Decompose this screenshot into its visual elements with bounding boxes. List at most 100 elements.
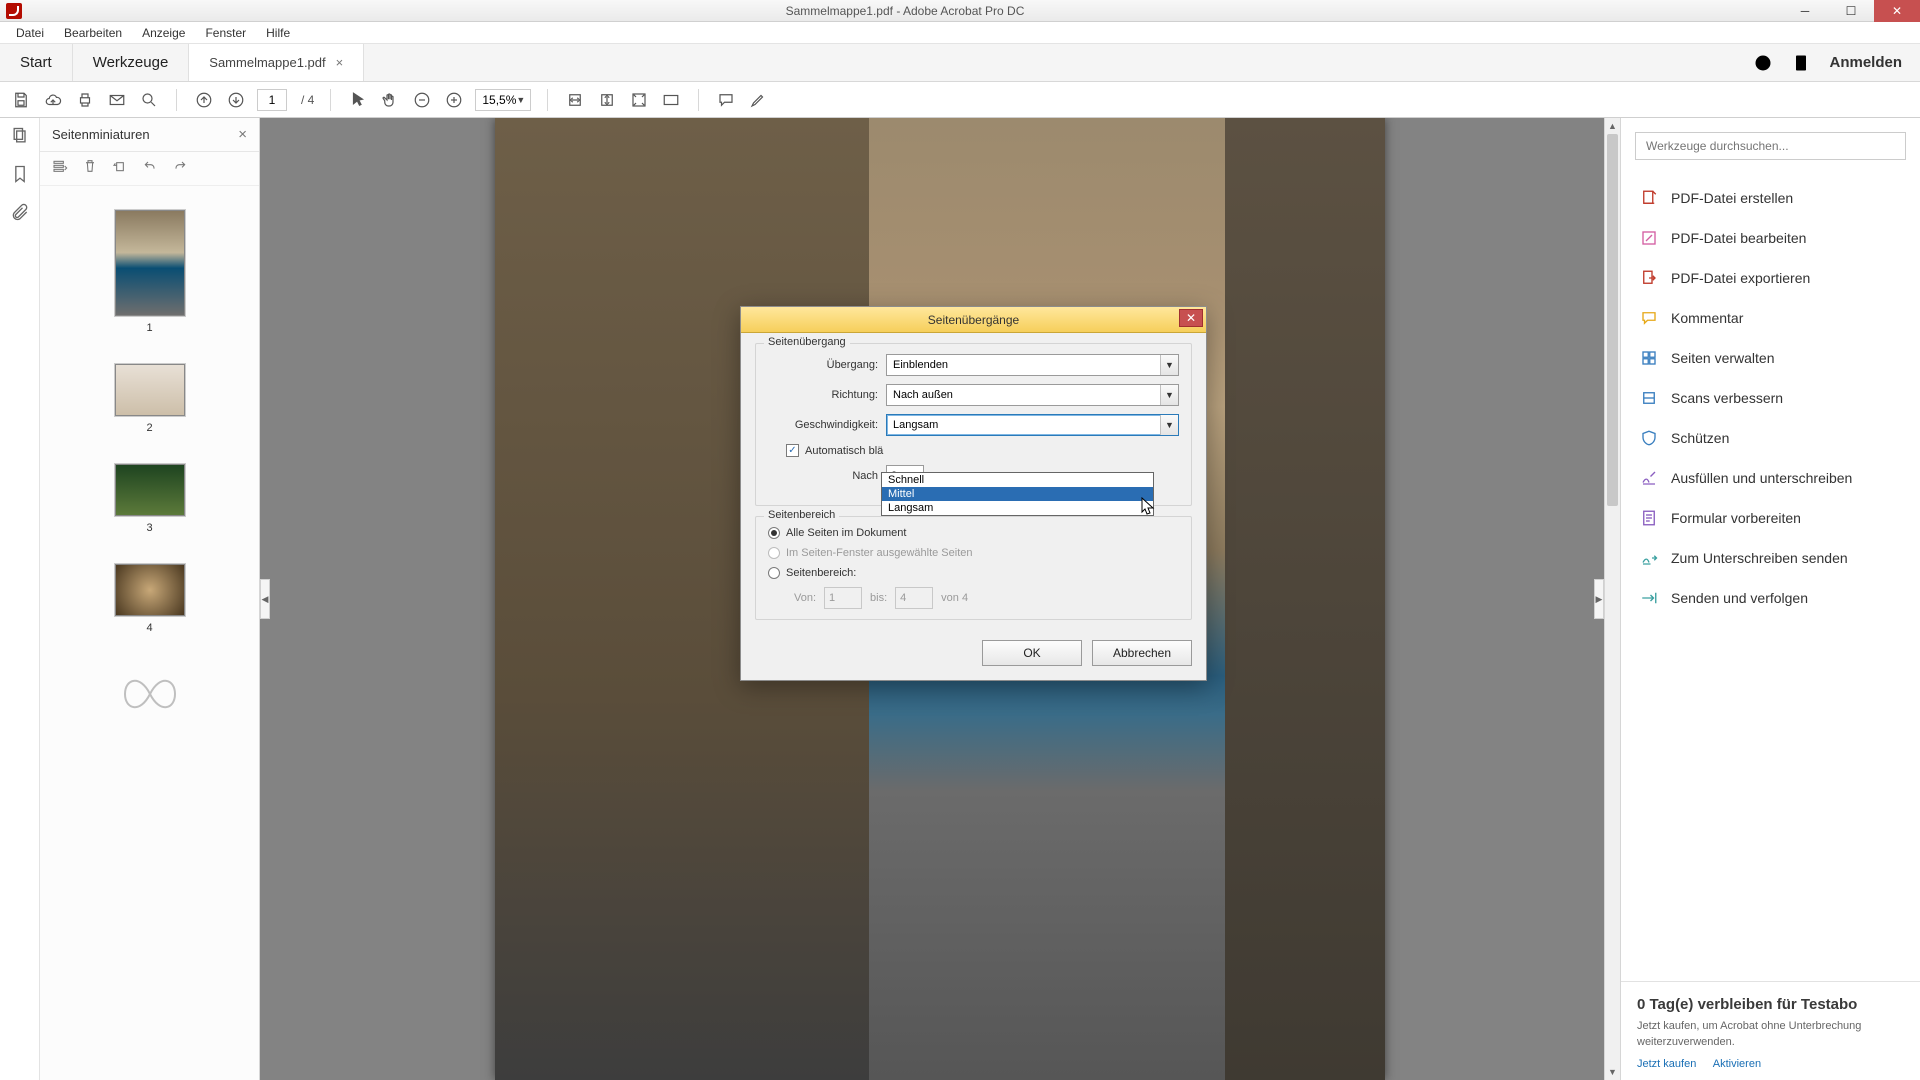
zoom-out-icon[interactable] [411, 89, 433, 111]
tools-panel: PDF-Datei erstellen PDF-Datei bearbeiten… [1620, 118, 1920, 1080]
email-icon[interactable] [106, 89, 128, 111]
dialog-close-button[interactable]: ✕ [1179, 309, 1203, 327]
dialog-titlebar[interactable]: Seitenübergänge ✕ [741, 307, 1206, 333]
close-button[interactable]: ✕ [1874, 0, 1920, 22]
vertical-scrollbar[interactable]: ▲ ▼ [1604, 118, 1620, 1080]
thumbnail-2[interactable]: 2 [40, 364, 259, 434]
buy-now-link[interactable]: Jetzt kaufen [1637, 1058, 1696, 1070]
menu-help[interactable]: Hilfe [256, 24, 300, 42]
fit-window-icon[interactable] [628, 89, 650, 111]
minimize-button[interactable]: ─ [1782, 0, 1828, 22]
maximize-button[interactable]: ☐ [1828, 0, 1874, 22]
help-icon[interactable] [1753, 53, 1773, 73]
tool-create-pdf[interactable]: PDF-Datei erstellen [1621, 178, 1920, 218]
ok-button[interactable]: OK [982, 640, 1082, 666]
thumbnail-image [115, 564, 185, 616]
tool-label: Seiten verwalten [1671, 350, 1775, 366]
tool-fill-sign[interactable]: Ausfüllen und unterschreiben [1621, 458, 1920, 498]
zoom-combo[interactable]: 15,5%▼ [475, 89, 531, 111]
fill-sign-icon [1639, 468, 1659, 488]
radio-all-pages-label: Alle Seiten im Dokument [786, 527, 906, 539]
pointer-icon[interactable] [347, 89, 369, 111]
radio-selected-pages-label: Im Seiten-Fenster ausgewählte Seiten [786, 547, 973, 559]
search-icon[interactable] [138, 89, 160, 111]
menu-window[interactable]: Fenster [195, 24, 256, 42]
attachments-rail-icon[interactable] [10, 202, 30, 222]
scrollbar-thumb[interactable] [1607, 134, 1618, 506]
tool-send-for-signature[interactable]: Zum Unterschreiben senden [1621, 538, 1920, 578]
cancel-button[interactable]: Abbrechen [1092, 640, 1192, 666]
zoom-value: 15,5% [482, 93, 516, 107]
reading-mode-icon[interactable] [660, 89, 682, 111]
tool-enhance-scans[interactable]: Scans verbessern [1621, 378, 1920, 418]
fit-page-icon[interactable] [596, 89, 618, 111]
highlight-icon[interactable] [747, 89, 769, 111]
activate-link[interactable]: Aktivieren [1713, 1058, 1761, 1070]
tab-document[interactable]: Sammelmappe1.pdf × [189, 44, 364, 81]
cloud-icon[interactable] [42, 89, 64, 111]
close-tab-icon[interactable]: × [336, 55, 344, 70]
enhance-scans-icon [1639, 388, 1659, 408]
tool-label: PDF-Datei erstellen [1671, 190, 1793, 206]
comment-icon[interactable] [715, 89, 737, 111]
transition-select[interactable]: Einblenden▼ [886, 354, 1179, 376]
thumbnail-number: 3 [146, 522, 152, 534]
signin-link[interactable]: Anmelden [1829, 54, 1902, 71]
speed-option-schnell[interactable]: Schnell [882, 473, 1153, 487]
auto-flip-checkbox[interactable] [786, 444, 799, 457]
thumbnails-header: Seitenminiaturen × [40, 118, 259, 152]
thumbnails-rail-icon[interactable] [10, 126, 30, 146]
radio-page-range[interactable] [768, 567, 780, 579]
thumbnail-1[interactable]: 1 [40, 210, 259, 334]
tool-comment[interactable]: Kommentar [1621, 298, 1920, 338]
thumb-options-icon[interactable] [52, 158, 68, 179]
bookmarks-rail-icon[interactable] [10, 164, 30, 184]
collapse-right-icon[interactable]: ▶ [1594, 579, 1604, 619]
auto-flip-label: Automatisch blä [805, 445, 883, 457]
tool-export-pdf[interactable]: PDF-Datei exportieren [1621, 258, 1920, 298]
tool-organize-pages[interactable]: Seiten verwalten [1621, 338, 1920, 378]
next-page-icon[interactable] [225, 89, 247, 111]
menu-edit[interactable]: Bearbeiten [54, 24, 132, 42]
rotate-undo-icon[interactable] [112, 158, 128, 179]
titlebar: Sammelmappe1.pdf - Adobe Acrobat Pro DC … [0, 0, 1920, 22]
after-label: Nach [768, 470, 878, 482]
page-number-input[interactable] [257, 89, 287, 111]
collapse-left-icon[interactable]: ◀ [260, 579, 270, 619]
menubar: Datei Bearbeiten Anzeige Fenster Hilfe [0, 22, 1920, 44]
close-panel-icon[interactable]: × [238, 126, 247, 143]
print-icon[interactable] [74, 89, 96, 111]
thumbnail-4[interactable]: 4 [40, 564, 259, 634]
speed-option-mittel[interactable]: Mittel [882, 487, 1153, 501]
tool-send-track[interactable]: Senden und verfolgen [1621, 578, 1920, 618]
scroll-down-icon[interactable]: ▼ [1605, 1064, 1620, 1080]
menu-view[interactable]: Anzeige [132, 24, 195, 42]
menu-file[interactable]: Datei [6, 24, 54, 42]
thumbnail-image [115, 364, 185, 416]
prev-page-icon[interactable] [193, 89, 215, 111]
thumbnail-3[interactable]: 3 [40, 464, 259, 534]
redo-icon[interactable] [172, 158, 188, 179]
delete-page-icon[interactable] [82, 158, 98, 179]
send-track-icon [1639, 588, 1659, 608]
tool-label: Zum Unterschreiben senden [1671, 550, 1848, 566]
notification-icon[interactable] [1791, 53, 1811, 73]
tool-edit-pdf[interactable]: PDF-Datei bearbeiten [1621, 218, 1920, 258]
speed-select[interactable]: Langsam▼ [886, 414, 1179, 436]
hand-icon[interactable] [379, 89, 401, 111]
undo-icon[interactable] [142, 158, 158, 179]
tab-start[interactable]: Start [0, 44, 73, 81]
separator [330, 89, 331, 111]
speed-option-langsam[interactable]: Langsam [882, 501, 1153, 515]
tools-search-input[interactable] [1635, 132, 1906, 160]
direction-select[interactable]: Nach außen▼ [886, 384, 1179, 406]
radio-all-pages[interactable] [768, 527, 780, 539]
scroll-up-icon[interactable]: ▲ [1605, 118, 1620, 134]
save-icon[interactable] [10, 89, 32, 111]
tab-tools[interactable]: Werkzeuge [73, 44, 190, 81]
zoom-in-icon[interactable] [443, 89, 465, 111]
fit-width-icon[interactable] [564, 89, 586, 111]
transition-label: Übergang: [768, 359, 878, 371]
tool-protect[interactable]: Schützen [1621, 418, 1920, 458]
tool-prepare-form[interactable]: Formular vorbereiten [1621, 498, 1920, 538]
